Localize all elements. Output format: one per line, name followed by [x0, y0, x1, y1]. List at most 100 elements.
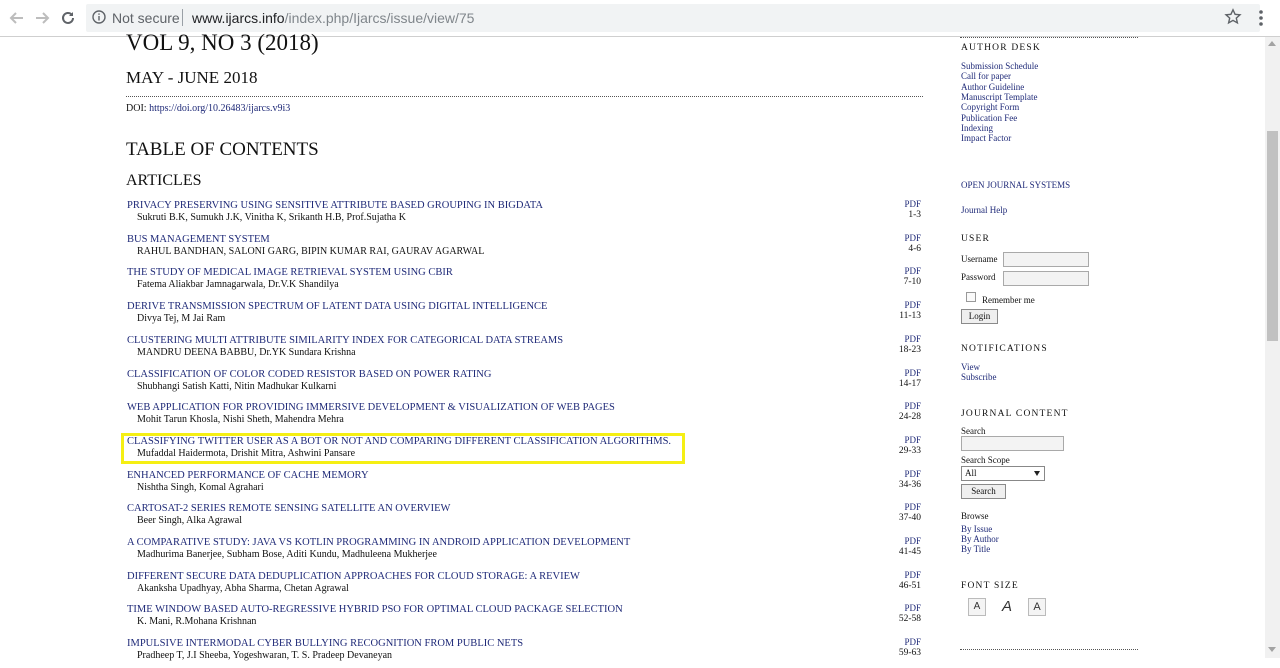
font-default-button[interactable]: A — [998, 598, 1016, 616]
author-desk-link[interactable]: Submission Schedule — [961, 61, 1038, 71]
article-row: DIFFERENT SECURE DATA DEDUPLICATION APPR… — [127, 570, 923, 601]
security-label[interactable]: Not secure — [112, 10, 180, 26]
section-heading: ARTICLES — [126, 172, 202, 189]
article-pdf-link[interactable]: PDF — [904, 536, 921, 546]
issue-date: MAY - JUNE 2018 — [126, 68, 258, 87]
article-pages: 37-40 — [898, 513, 921, 524]
font-larger-button[interactable]: A — [1028, 598, 1046, 616]
article-authors: Mohit Tarun Khosla, Nishi Sheth, Mahendr… — [137, 414, 344, 426]
author-desk-link[interactable]: Call for paper — [961, 71, 1011, 81]
back-arrow-icon[interactable] — [6, 7, 28, 29]
article-pdf-link[interactable]: PDF — [904, 334, 921, 344]
article-pdf-link[interactable]: PDF — [904, 368, 921, 378]
search-input[interactable] — [961, 436, 1064, 451]
forward-arrow-icon[interactable] — [31, 7, 53, 29]
article-pages: 1-3 — [908, 210, 921, 220]
article-pdf-link[interactable]: PDF — [904, 637, 921, 647]
article-row: PRIVACY PRESERVING USING SENSITIVE ATTRI… — [127, 199, 923, 230]
menu-icon[interactable] — [1254, 8, 1268, 28]
browse-by-author-link[interactable]: By Author — [961, 534, 999, 544]
article-authors: Nishtha Singh, Komal Agrahari — [137, 481, 264, 493]
article-authors: MANDRU DEENA BABBU, Dr.YK Sundara Krishn… — [137, 346, 356, 358]
article-pdf-link[interactable]: PDF — [904, 199, 921, 209]
article-pdf-link[interactable]: PDF — [904, 435, 921, 445]
article-title-link[interactable]: PRIVACY PRESERVING USING SENSITIVE ATTRI… — [127, 200, 543, 211]
article-title-link[interactable]: WEB APPLICATION FOR PROVIDING IMMERSIVE … — [127, 402, 615, 413]
password-input[interactable] — [1003, 271, 1089, 286]
notifications-heading: NOTIFICATIONS — [961, 344, 1048, 354]
article-authors: RAHUL BANDHAN, SALONI GARG, BIPIN KUMAR … — [137, 245, 485, 257]
remember-me-checkbox[interactable] — [966, 292, 976, 302]
article-title-link[interactable]: CLASSIFYING TWITTER USER AS A BOT OR NOT… — [127, 436, 671, 447]
article-authors: Madhurima Banerjee, Subham Bose, Aditi K… — [137, 549, 437, 560]
info-icon[interactable] — [92, 10, 106, 24]
url-text[interactable]: www.ijarcs.info/index.php/Ijarcs/issue/v… — [192, 10, 474, 26]
article-row: BUS MANAGEMENT SYSTEM RAHUL BANDHAN, SALO… — [127, 233, 923, 264]
font-smaller-icon: A — [973, 601, 981, 612]
url-host: www.ijarcs.info — [192, 10, 285, 26]
article-pdf-link[interactable]: PDF — [904, 300, 921, 310]
journal-help-link[interactable]: Journal Help — [961, 205, 1007, 215]
page-scrollbar[interactable] — [1265, 37, 1280, 658]
search-scope-label: Search Scope — [961, 455, 1010, 465]
author-desk-link[interactable]: Manuscript Template — [961, 92, 1037, 102]
ojs-link[interactable]: OPEN JOURNAL SYSTEMS — [961, 180, 1070, 190]
article-title-link[interactable]: IMPULSIVE INTERMODAL CYBER BULLYING RECO… — [127, 638, 523, 649]
article-pdf-link[interactable]: PDF — [904, 570, 921, 580]
url-separator — [182, 9, 183, 26]
font-smaller-button[interactable]: A — [968, 598, 986, 616]
star-icon[interactable] — [1224, 8, 1242, 26]
article-title-link[interactable]: DERIVE TRANSMISSION SPECTRUM OF LATENT D… — [127, 301, 547, 312]
article-pages: 4-6 — [908, 243, 921, 254]
login-button[interactable]: Login — [961, 309, 998, 324]
article-title-link[interactable]: TIME WINDOW BASED AUTO-REGRESSIVE HYBRID… — [127, 604, 623, 615]
username-input[interactable] — [1003, 252, 1089, 267]
notifications-subscribe-link[interactable]: Subscribe — [961, 372, 997, 382]
scroll-down-icon[interactable] — [1268, 647, 1276, 652]
author-desk-link[interactable]: Author Guideline — [961, 82, 1024, 92]
browse-by-issue-link[interactable]: By Issue — [961, 524, 992, 534]
article-authors: Shubhangi Satish Katti, Nitin Madhukar K… — [137, 380, 337, 392]
author-desk-link[interactable]: Indexing — [961, 123, 993, 133]
article-title-link[interactable]: ENHANCED PERFORMANCE OF CACHE MEMORY — [127, 470, 369, 481]
browse-by-title-link[interactable]: By Title — [961, 544, 990, 554]
article-pages: 52-58 — [898, 614, 921, 625]
article-pages: 34-36 — [898, 479, 921, 490]
article-title-link[interactable]: BUS MANAGEMENT SYSTEM — [127, 234, 270, 245]
scroll-up-icon[interactable] — [1268, 41, 1276, 46]
article-pages: 41-45 — [898, 547, 921, 557]
article-pdf-link[interactable]: PDF — [904, 401, 921, 411]
chevron-down-icon — [1034, 471, 1040, 476]
article-row: DERIVE TRANSMISSION SPECTRUM OF LATENT D… — [127, 300, 923, 331]
author-desk-link[interactable]: Impact Factor — [961, 133, 1011, 143]
author-desk-link[interactable]: Publication Fee — [961, 113, 1017, 123]
scrollbar-thumb[interactable] — [1267, 131, 1278, 341]
author-desk-link[interactable]: Copyright Form — [961, 102, 1019, 112]
article-pdf-link[interactable]: PDF — [904, 469, 921, 479]
article-pages: 24-28 — [898, 412, 921, 423]
doi-label: DOI: — [126, 103, 147, 114]
article-title-link[interactable]: A COMPARATIVE STUDY: JAVA VS KOTLIN PROG… — [127, 537, 630, 548]
search-button[interactable]: Search — [961, 484, 1006, 499]
article-title-link[interactable]: DIFFERENT SECURE DATA DEDUPLICATION APPR… — [127, 571, 580, 582]
article-title-link[interactable]: CLASSIFICATION OF COLOR CODED RESISTOR B… — [127, 369, 491, 380]
url-path: /index.php/Ijarcs/issue/view/75 — [284, 10, 475, 26]
article-pdf-link[interactable]: PDF — [904, 603, 921, 613]
search-label: Search — [961, 426, 986, 436]
notifications-view-link[interactable]: View — [961, 362, 980, 372]
article-row: CLUSTERING MULTI ATTRIBUTE SIMILARITY IN… — [127, 334, 923, 365]
article-pdf-link[interactable]: PDF — [904, 502, 921, 512]
article-pages: 46-51 — [898, 580, 921, 591]
article-title-link[interactable]: CLUSTERING MULTI ATTRIBUTE SIMILARITY IN… — [127, 335, 563, 346]
search-scope-select[interactable]: All — [961, 466, 1045, 481]
article-row: ENHANCED PERFORMANCE OF CACHE MEMORY Nish… — [127, 469, 923, 500]
font-size-heading: FONT SIZE — [961, 581, 1019, 591]
article-pdf-link[interactable]: PDF — [904, 266, 921, 276]
reload-icon[interactable] — [57, 7, 79, 29]
article-title-link[interactable]: THE STUDY OF MEDICAL IMAGE RETRIEVAL SYS… — [127, 267, 453, 278]
article-title-link[interactable]: CARTOSAT-2 SERIES REMOTE SENSING SATELLI… — [127, 503, 450, 514]
sidebar-divider — [960, 649, 1138, 650]
article-pdf-link[interactable]: PDF — [904, 233, 921, 243]
doi-link[interactable]: https://doi.org/10.26483/ijarcs.v9i3 — [149, 103, 290, 114]
article-row: IMPULSIVE INTERMODAL CYBER BULLYING RECO… — [127, 637, 923, 668]
